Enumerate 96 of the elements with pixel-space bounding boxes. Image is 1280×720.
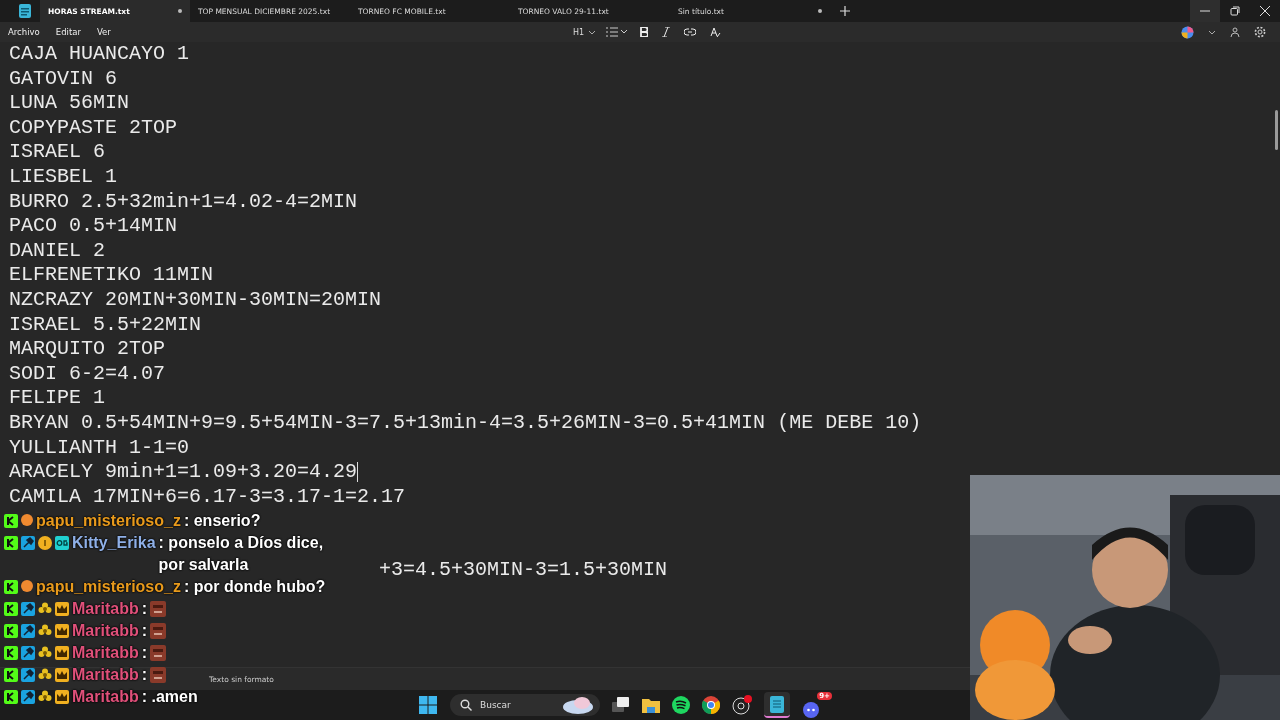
copilot-icon[interactable] — [1181, 25, 1194, 39]
text-line: LIESBEL 1 — [9, 164, 118, 188]
avatar-icon — [21, 580, 33, 592]
menu-item[interactable]: Editar — [55, 27, 81, 37]
chat-message: : enserio? — [183, 511, 261, 531]
crown-badge-icon — [55, 646, 69, 660]
italic-icon[interactable] — [662, 27, 670, 37]
minimize-button[interactable] — [1190, 0, 1220, 22]
chat-username: papu_misterioso_z — [36, 577, 181, 597]
hammer-badge-icon — [21, 690, 35, 704]
crown-badge-icon — [55, 690, 69, 704]
kick-badge-icon — [4, 668, 18, 682]
search-icon — [460, 699, 472, 711]
chevron-down-icon — [588, 29, 596, 35]
kick-badge-icon — [4, 580, 18, 594]
hammer-badge-icon — [21, 602, 35, 616]
og-badge-icon — [55, 536, 69, 550]
folder-icon[interactable] — [642, 697, 660, 713]
recorder-icon[interactable] — [732, 695, 752, 715]
scrollbar-thumb[interactable] — [1275, 110, 1278, 150]
avatar-icon — [21, 514, 33, 526]
browser-icon[interactable] — [702, 696, 720, 714]
chat-message: : — [141, 665, 147, 685]
settings-icon[interactable] — [1254, 26, 1266, 38]
crown-badge-icon — [55, 602, 69, 616]
coin-badge-icon — [38, 536, 52, 550]
kick-badge-icon — [4, 536, 18, 550]
text-line: MARQUITO 2TOP — [9, 337, 166, 361]
hammer-badge-icon — [21, 646, 35, 660]
text-line: BRYAN 0.5+54MIN+9=9.5+54MIN-3=7.5+13min-4=3.5+26MIN-3=0.5+41MIN (ME DEBE 10) — [9, 410, 922, 434]
crown-badge-icon — [55, 624, 69, 638]
chat-username: Maritabb — [72, 599, 139, 619]
flower-badge-icon — [38, 690, 52, 704]
search-field[interactable]: Buscar — [450, 694, 600, 716]
kick-badge-icon — [4, 602, 18, 616]
text-line: GATOVIN 6 — [9, 66, 118, 90]
text-line: ISRAEL 6 — [9, 140, 105, 164]
hammer-badge-icon — [21, 668, 35, 682]
text-line: +3=4.5+30MIN-3=1.5+30MIN — [379, 558, 668, 582]
task-view-icon[interactable] — [612, 697, 630, 713]
hammer-badge-icon — [21, 624, 35, 638]
chat-username: Maritabb — [72, 665, 139, 685]
cloud-icon — [562, 696, 594, 714]
text-line: BURRO 2.5+32min+1=4.02-4=2MIN — [9, 189, 358, 213]
notepad-taskbar-button[interactable] — [764, 692, 790, 718]
kick-badge-icon — [4, 624, 18, 638]
chevron-down-icon[interactable] — [1208, 29, 1216, 35]
link-icon[interactable] — [684, 28, 696, 36]
chat-message: : — [141, 621, 147, 641]
text-line: CAJA HUANCAYO 1 — [9, 42, 190, 65]
account-icon[interactable] — [1230, 27, 1240, 37]
text-line: CAMILA 17MIN+6=6.17-3=3.17-1=2.17 — [9, 484, 406, 508]
flower-badge-icon — [38, 624, 52, 638]
text-line: ISRAEL 5.5+22MIN — [9, 312, 202, 336]
chat-message: : .amen — [141, 687, 198, 707]
crown-badge-icon — [55, 668, 69, 682]
flower-badge-icon — [38, 668, 52, 682]
flower-badge-icon — [38, 602, 52, 616]
text-line: DANIEL 2 — [9, 238, 105, 262]
text-line: YULLIANTH 1-1=0 — [9, 435, 190, 459]
chat-message: : — [141, 599, 147, 619]
notepad-icon — [770, 695, 784, 713]
chat-username: Maritabb — [72, 621, 139, 641]
restore-icon — [1230, 6, 1240, 16]
music-app-icon[interactable] — [672, 696, 690, 714]
kick-badge-icon — [4, 646, 18, 660]
kick-badge-icon — [4, 514, 18, 528]
menu-item[interactable]: Ver — [96, 27, 111, 37]
chat-username: papu_misterioso_z — [36, 511, 181, 531]
list-dropdown[interactable] — [606, 27, 628, 37]
flower-badge-icon — [38, 646, 52, 660]
chat-app-icon — [802, 700, 822, 718]
text-line: ARACELY 9min+1=1.09+3.20=4.29 — [9, 460, 358, 484]
start-icon[interactable] — [418, 695, 438, 715]
hammer-badge-icon — [21, 536, 35, 550]
heading-dropdown[interactable]: H1 — [572, 27, 596, 37]
text-line: PACO 0.5+14MIN — [9, 214, 178, 238]
notepad-icon — [18, 3, 32, 19]
list-icon — [606, 27, 628, 37]
chat-username: Maritabb — [72, 687, 139, 707]
clear-format-icon[interactable] — [710, 26, 721, 38]
chat-username: Kitty_Erika — [72, 533, 156, 553]
close-icon — [1260, 6, 1270, 16]
chat-message: : por donde hubo? — [183, 577, 326, 597]
text-line: ELFRENETIKO 11MIN — [9, 263, 214, 287]
chat-message: : ponselo a Díos dice, por salvarla — [158, 533, 325, 575]
new-tab-icon[interactable] — [840, 6, 850, 16]
chat-message: : — [141, 643, 147, 663]
text-line: FELIPE 1 — [9, 386, 105, 410]
text-line: NZCRAZY 20MIN+30MIN-30MIN=20MIN — [9, 287, 382, 311]
bold-icon[interactable] — [640, 27, 648, 37]
menu-item[interactable]: Archivo — [8, 27, 40, 37]
text-line: SODI 6-2=4.07 — [9, 361, 166, 385]
chat-username: Maritabb — [72, 643, 139, 663]
text-line: COPYPASTE 2TOP — [9, 115, 178, 139]
text-line: LUNA 56MIN — [9, 91, 130, 115]
